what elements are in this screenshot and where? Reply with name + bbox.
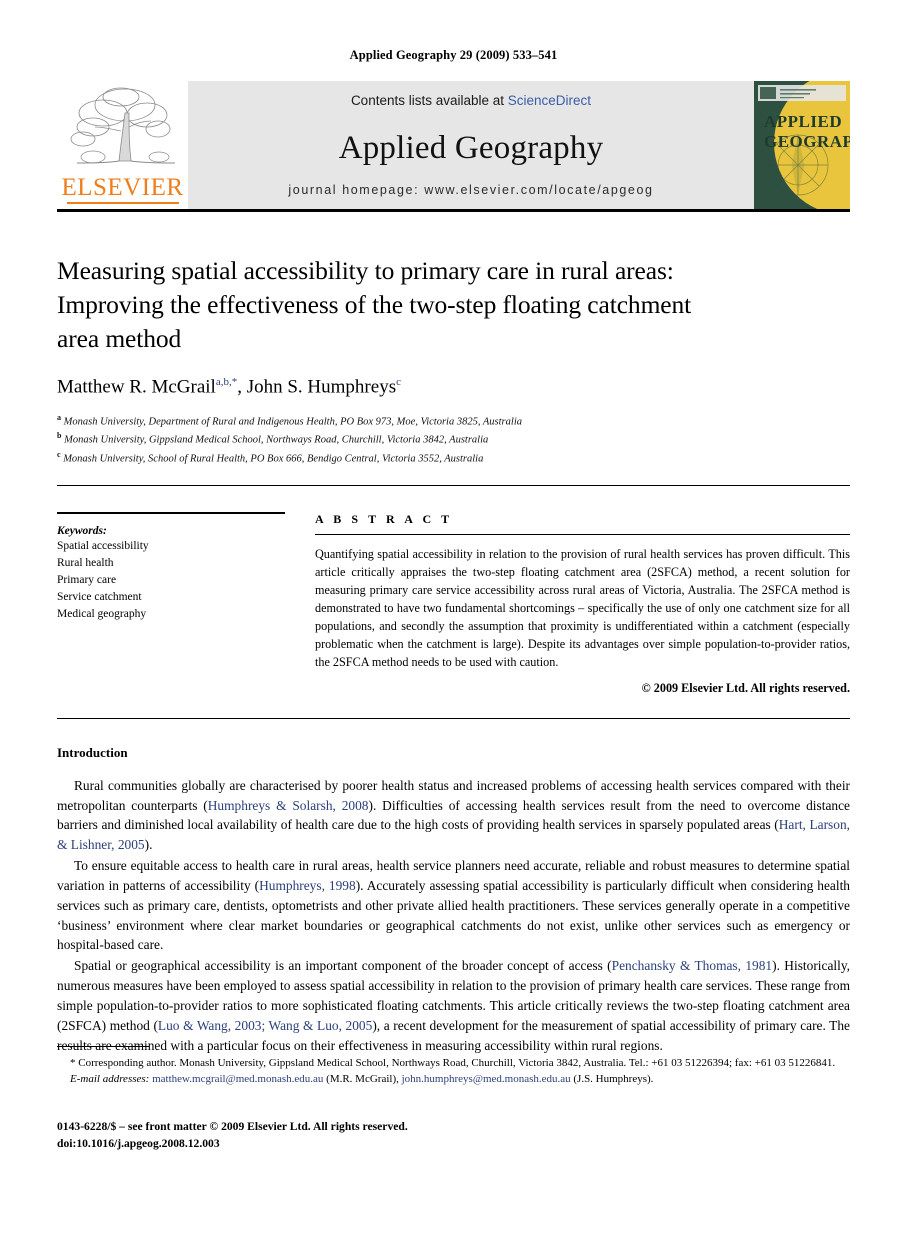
abstract-copyright: © 2009 Elsevier Ltd. All rights reserved… bbox=[641, 680, 850, 695]
journal-header-center: Contents lists available at ScienceDirec… bbox=[188, 81, 754, 209]
elsevier-underline bbox=[66, 202, 179, 204]
author-1-name: Matthew R. McGrail bbox=[57, 376, 216, 398]
citation-link[interactable]: Humphreys & Solarsh, 2008 bbox=[208, 798, 369, 813]
affiliation-marker-c: c bbox=[57, 449, 61, 459]
footnote-rule bbox=[57, 1046, 149, 1048]
cover-line2: GEOGRAPHY bbox=[764, 132, 850, 151]
paragraph: Spatial or geographical accessibility is… bbox=[57, 956, 850, 1055]
keywords-top-rule bbox=[57, 511, 285, 515]
affiliation-marker-b: b bbox=[57, 431, 62, 441]
elsevier-tree-icon bbox=[70, 87, 176, 164]
author-separator: , bbox=[237, 376, 247, 398]
journal-article-page: Applied Geography 29 (2009) 533–541 ELSE… bbox=[0, 0, 907, 1238]
page-title: Measuring spatial accessibility to prima… bbox=[57, 254, 850, 356]
author-2-affiliation-marker: c bbox=[396, 375, 401, 388]
email-link-1[interactable]: matthew.mcgrail@med.monash.edu.au bbox=[152, 1073, 323, 1085]
email-link-2[interactable]: john.humphreys@med.monash.edu.au bbox=[402, 1073, 571, 1085]
journal-header-band: ELSEVIER Contents lists available at Sci… bbox=[57, 81, 850, 209]
keywords-column: Keywords: Spatial accessibility Rural he… bbox=[57, 511, 315, 696]
keyword-item: Medical geography bbox=[57, 607, 147, 620]
keyword-item: Rural health bbox=[57, 557, 114, 570]
imprint-block: 0143-6228/$ – see front matter © 2009 El… bbox=[57, 1118, 408, 1153]
contents-prefix: Contents lists available at bbox=[350, 93, 508, 108]
abstract-body: Quantifying spatial accessibility in rel… bbox=[315, 547, 850, 669]
title-line-1: Measuring spatial accessibility to prima… bbox=[57, 256, 674, 285]
paragraph-text: ). bbox=[144, 837, 153, 853]
journal-cover-thumbnail: APPLIED GEOGRAPHY bbox=[754, 81, 850, 209]
citation-link[interactable]: Penchansky & Thomas, 1981 bbox=[612, 958, 772, 973]
citation-link[interactable]: Luo & Wang, 2003; Wang & Luo, 2005 bbox=[158, 1018, 372, 1033]
affiliation-text-b: Monash University, Gippsland Medical Sch… bbox=[64, 434, 489, 446]
footnote-block: * Corresponding author. Monash Universit… bbox=[57, 1046, 850, 1088]
author-list: Matthew R. McGraila,b,*, John S. Humphre… bbox=[57, 376, 850, 398]
email-label: E-mail addresses: bbox=[70, 1073, 150, 1086]
journal-homepage-link[interactable]: journal homepage: www.elsevier.com/locat… bbox=[188, 183, 754, 197]
abstract-heading: A B S T R A C T bbox=[315, 511, 453, 526]
affiliation-text-a: Monash University, Department of Rural a… bbox=[63, 416, 522, 428]
affiliation-list: a Monash University, Department of Rural… bbox=[57, 412, 850, 467]
running-head: Applied Geography 29 (2009) 533–541 bbox=[349, 48, 558, 62]
keyword-item: Primary care bbox=[57, 574, 117, 587]
email-owner-2: (J.S. Humphreys). bbox=[570, 1073, 654, 1086]
affiliation-item: c Monash University, School of Rural Hea… bbox=[57, 449, 850, 467]
paragraph: Rural communities globally are character… bbox=[57, 776, 850, 855]
title-line-2: Improving the effectiveness of the two-s… bbox=[57, 289, 692, 319]
email-owner-1: (M.R. McGrail), bbox=[323, 1073, 402, 1086]
corresponding-author-note: * Corresponding author. Monash Universit… bbox=[70, 1057, 836, 1070]
email-addresses-note: E-mail addresses: matthew.mcgrail@med.mo… bbox=[57, 1072, 850, 1088]
affiliation-item: b Monash University, Gippsland Medical S… bbox=[57, 430, 850, 448]
abstract-bottom-rule bbox=[57, 717, 850, 719]
sciencedirect-link[interactable]: ScienceDirect bbox=[508, 93, 591, 108]
cover-line1: APPLIED bbox=[764, 112, 842, 131]
paragraph: To ensure equitable access to health car… bbox=[57, 856, 850, 955]
paragraph-text: Spatial or geographical accessibility is… bbox=[74, 958, 612, 974]
header-bottom-rule bbox=[57, 209, 850, 212]
affiliation-marker-a: a bbox=[57, 413, 61, 423]
title-block: Measuring spatial accessibility to prima… bbox=[57, 254, 850, 467]
title-bottom-rule bbox=[57, 484, 850, 486]
section-heading-introduction: Introduction bbox=[57, 744, 128, 760]
affiliation-item: a Monash University, Department of Rural… bbox=[57, 412, 850, 430]
affiliation-text-c: Monash University, School of Rural Healt… bbox=[63, 453, 484, 465]
elsevier-wordmark: ELSEVIER bbox=[61, 174, 184, 201]
keyword-item: Spatial accessibility bbox=[57, 540, 149, 553]
contents-available-line: Contents lists available at ScienceDirec… bbox=[188, 81, 754, 108]
abstract-rule bbox=[315, 533, 850, 536]
title-line-3: area method bbox=[57, 323, 182, 353]
citation-link[interactable]: Humphreys, 1998 bbox=[259, 878, 356, 893]
author-2-name: John S. Humphreys bbox=[246, 376, 397, 398]
keyword-item: Service catchment bbox=[57, 590, 142, 603]
article-body: Introduction Rural communities globally … bbox=[57, 745, 850, 1056]
keywords-heading: Keywords: bbox=[57, 525, 107, 538]
elsevier-logo: ELSEVIER bbox=[57, 81, 188, 209]
issn-front-matter: 0143-6228/$ – see front matter © 2009 El… bbox=[57, 1120, 408, 1133]
author-1-affiliation-markers: a,b,* bbox=[215, 375, 238, 388]
abstract-section: Keywords: Spatial accessibility Rural he… bbox=[57, 511, 850, 696]
abstract-column: A B S T R A C T Quantifying spatial acce… bbox=[315, 512, 850, 696]
journal-cover-art: APPLIED GEOGRAPHY bbox=[754, 81, 850, 209]
journal-title: Applied Geography bbox=[338, 130, 604, 166]
doi-line: doi:10.1016/j.apgeog.2008.12.003 bbox=[57, 1137, 220, 1151]
